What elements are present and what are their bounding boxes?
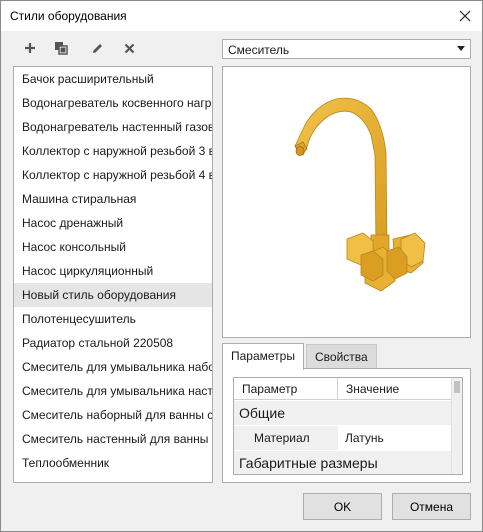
close-icon <box>459 10 471 22</box>
ok-button[interactable]: OK <box>303 493 382 520</box>
tab-parameters[interactable]: Параметры <box>222 343 304 370</box>
model-preview[interactable] <box>222 66 471 338</box>
equipment-type-dropdown[interactable]: Смеситель <box>222 39 471 59</box>
tab-properties[interactable]: Свойства <box>306 344 377 369</box>
grid-header: Параметр Значение <box>234 378 452 400</box>
equipment-styles-dialog: Стили оборудования Бачок расширительный … <box>0 0 483 532</box>
list-item[interactable]: Водонагреватель настенный газовый <box>14 115 212 139</box>
list-item[interactable]: Полотенцесушитель <box>14 307 212 331</box>
list-item[interactable]: Коллектор с наружной резьбой 3 в <box>14 139 212 163</box>
list-item[interactable]: Смеситель настенный для ванны с <box>14 427 212 451</box>
cancel-button[interactable]: Отмена <box>392 493 471 520</box>
row-value[interactable]: Латунь <box>338 426 452 450</box>
row-name: Материал <box>234 426 338 450</box>
title-bar: Стили оборудования <box>1 1 482 31</box>
delete-style-button[interactable] <box>119 39 139 57</box>
list-item[interactable]: Бачок расширительный <box>14 67 212 91</box>
plus-icon <box>25 43 35 53</box>
pencil-icon <box>92 43 102 53</box>
window-title: Стили оборудования <box>10 9 127 23</box>
dropdown-value: Смеситель <box>228 43 290 57</box>
close-button[interactable] <box>454 5 476 27</box>
list-item[interactable]: Смеситель наборный для ванны с <box>14 403 212 427</box>
header-parameter: Параметр <box>242 382 298 396</box>
section-dimensions[interactable]: Габаритные размеры <box>234 451 452 474</box>
edit-style-button[interactable] <box>87 39 107 57</box>
section-general[interactable]: Общие <box>234 401 452 425</box>
copy-style-button[interactable] <box>51 39 71 57</box>
properties-tabs: Параметры Свойства <box>222 343 471 370</box>
faucet-3d-model <box>294 97 426 292</box>
header-value: Значение <box>346 382 400 396</box>
list-item[interactable]: Насос циркуляционный <box>14 259 212 283</box>
list-item[interactable]: Теплообменник <box>14 451 212 475</box>
list-item[interactable]: Машина стиральная <box>14 187 212 211</box>
delete-x-icon <box>124 43 134 53</box>
list-item[interactable]: Новый стиль оборудования <box>14 283 212 307</box>
list-item[interactable]: Радиатор стальной 220508 <box>14 331 212 355</box>
parameters-grid: Параметр Значение Общие Материал Латунь … <box>233 377 463 475</box>
scrollbar-thumb[interactable] <box>454 381 460 393</box>
list-item[interactable]: Насос дренажный <box>14 211 212 235</box>
list-item[interactable]: Водонагреватель косвенного нагрева <box>14 91 212 115</box>
toolbar <box>13 39 213 59</box>
list-item[interactable]: Смеситель для умывальника настенный <box>14 379 212 403</box>
chevron-down-icon[interactable] <box>454 42 468 56</box>
add-style-button[interactable] <box>20 39 40 57</box>
grid-row-material[interactable]: Материал Латунь <box>234 426 452 450</box>
list-item[interactable]: Смеситель для умывальника наборный <box>14 355 212 379</box>
copy-icon <box>55 42 68 55</box>
list-item[interactable]: Коллектор с наружной резьбой 4 в <box>14 163 212 187</box>
list-item[interactable]: Насос консольный <box>14 235 212 259</box>
parameters-panel: Параметр Значение Общие Материал Латунь … <box>222 368 471 483</box>
style-list[interactable]: Бачок расширительный Водонагреватель косв… <box>13 66 213 483</box>
grid-scrollbar[interactable] <box>451 378 462 474</box>
